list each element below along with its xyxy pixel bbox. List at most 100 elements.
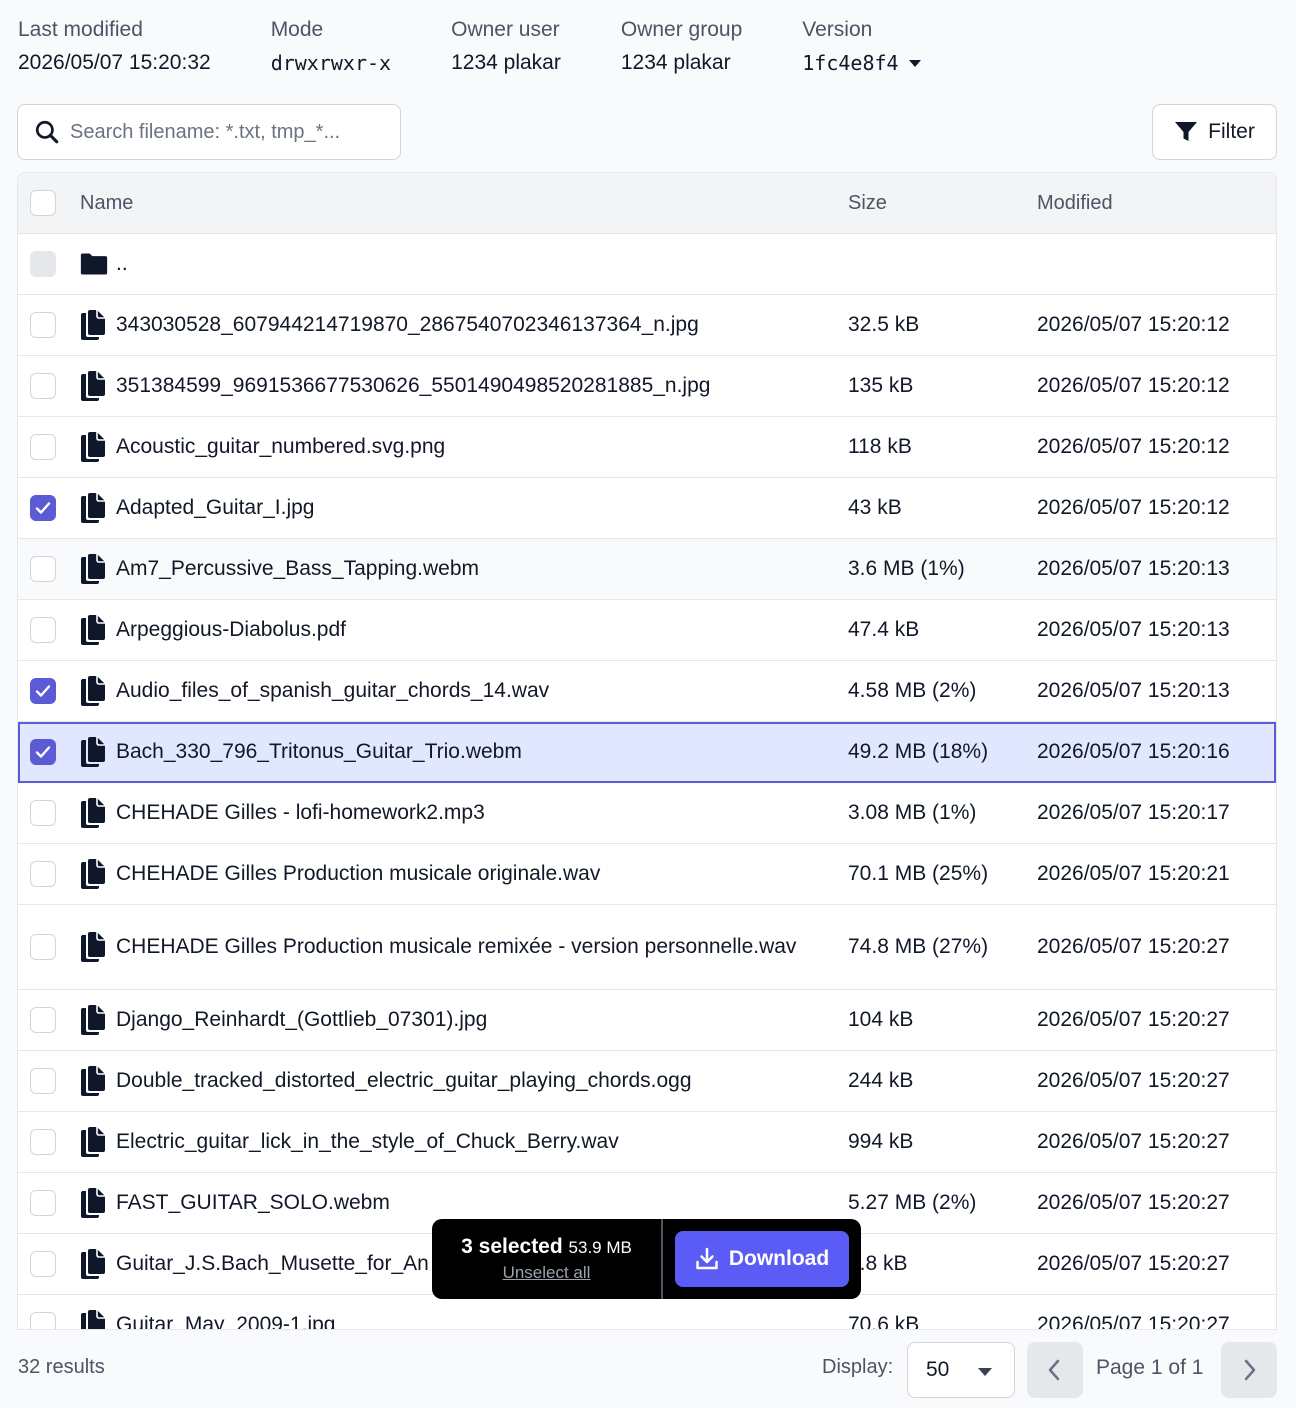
table-row[interactable]: CHEHADE Gilles - lofi-homework2.mp3 3.08 … <box>18 783 1276 844</box>
file-name[interactable]: Am7_Percussive_Bass_Tapping.webm <box>116 554 479 584</box>
file-size: 70.1 MB (25%) <box>848 862 989 885</box>
file-modified: 2026/05/07 15:20:13 <box>1037 618 1230 641</box>
table-row[interactable]: Electric_guitar_lick_in_the_style_of_Chu… <box>18 1112 1276 1173</box>
file-name[interactable]: Audio_files_of_spanish_guitar_chords_14.… <box>116 676 549 706</box>
table-row[interactable]: Double_tracked_distorted_electric_guitar… <box>18 1051 1276 1112</box>
row-check-cell <box>18 617 80 643</box>
version-dropdown[interactable]: 1fc4e8f4 <box>802 46 921 80</box>
header-modified[interactable]: Modified <box>1037 192 1276 215</box>
file-name[interactable]: Arpeggious-Diabolus.pdf <box>116 615 346 645</box>
file-modified: 2026/05/07 15:20:12 <box>1037 374 1230 397</box>
file-name[interactable]: Electric_guitar_lick_in_the_style_of_Chu… <box>116 1127 619 1157</box>
table-row[interactable]: Adapted_Guitar_I.jpg 43 kB 2026/05/07 15:2… <box>18 478 1276 539</box>
file-icon <box>80 615 108 645</box>
file-size: 3.08 MB (1%) <box>848 801 977 824</box>
row-checkbox[interactable] <box>30 1251 56 1277</box>
name-cell: CHEHADE Gilles Production musicale remix… <box>80 932 848 962</box>
row-checkbox[interactable] <box>30 373 56 399</box>
header-name[interactable]: Name <box>80 192 848 215</box>
file-icon <box>80 554 108 584</box>
row-checkbox[interactable] <box>30 1068 56 1094</box>
divider <box>661 1219 663 1299</box>
selection-count-text: 3 selected <box>461 1235 563 1258</box>
file-table: Name Size Modified .. 343030528_60794421… <box>17 172 1277 1330</box>
meta-value: 2026/05/07 15:20:32 <box>18 51 211 74</box>
file-modified: 2026/05/07 15:20:27 <box>1037 1130 1230 1153</box>
unselect-all-link[interactable]: Unselect all <box>503 1263 591 1283</box>
row-checkbox[interactable] <box>30 1312 56 1329</box>
file-name[interactable]: CHEHADE Gilles Production musicale remix… <box>116 932 796 962</box>
file-name[interactable]: CHEHADE Gilles Production musicale origi… <box>116 859 600 889</box>
file-name[interactable]: 351384599_9691536677530626_5501490498520… <box>116 371 710 401</box>
file-icon <box>80 1066 108 1096</box>
row-checkbox[interactable] <box>30 556 56 582</box>
row-checkbox[interactable] <box>30 495 56 521</box>
file-name[interactable]: Acoustic_guitar_numbered.svg.png <box>116 432 445 462</box>
table-row[interactable]: Am7_Percussive_Bass_Tapping.webm 3.6 MB (… <box>18 539 1276 600</box>
name-cell: Django_Reinhardt_(Gottlieb_07301).jpg <box>80 1005 848 1035</box>
row-checkbox[interactable] <box>30 1129 56 1155</box>
table-row[interactable]: 351384599_9691536677530626_5501490498520… <box>18 356 1276 417</box>
selection-info: 3 selected 53.9 MB Unselect all <box>432 1235 661 1283</box>
table-row[interactable]: Arpeggious-Diabolus.pdf 47.4 kB 2026/05/07… <box>18 600 1276 661</box>
name-cell: Arpeggious-Diabolus.pdf <box>80 615 848 645</box>
name-cell: Bach_330_796_Tritonus_Guitar_Trio.webm <box>80 737 848 767</box>
parent-checkbox <box>30 251 56 277</box>
row-check-cell <box>18 1190 80 1216</box>
meta-version: Version 1fc4e8f4 <box>802 16 921 80</box>
next-page-button[interactable] <box>1221 1342 1277 1398</box>
prev-page-button[interactable] <box>1027 1342 1083 1398</box>
filter-button[interactable]: Filter <box>1152 104 1277 160</box>
table-row[interactable]: Django_Reinhardt_(Gottlieb_07301).jpg 104… <box>18 990 1276 1051</box>
table-row[interactable]: 343030528_607944214719870_28675407023461… <box>18 295 1276 356</box>
row-checkbox[interactable] <box>30 1007 56 1033</box>
row-check-cell <box>18 1129 80 1155</box>
file-icon <box>80 1005 108 1035</box>
row-checkbox[interactable] <box>30 312 56 338</box>
file-icon <box>80 493 108 523</box>
selection-count: 3 selected 53.9 MB <box>461 1235 632 1259</box>
file-name[interactable]: CHEHADE Gilles - lofi-homework2.mp3 <box>116 798 485 828</box>
table-row[interactable]: CHEHADE Gilles Production musicale remix… <box>18 905 1276 990</box>
download-button[interactable]: Download <box>675 1231 849 1287</box>
file-icon <box>80 676 108 706</box>
row-check-cell <box>18 1251 80 1277</box>
file-size: 70.6 kB <box>848 1313 920 1330</box>
row-checkbox[interactable] <box>30 678 56 704</box>
name-cell: Double_tracked_distorted_electric_guitar… <box>80 1066 848 1096</box>
file-name[interactable]: Guitar_J.S.Bach_Musette_for_An <box>116 1249 429 1279</box>
table-row[interactable]: Bach_330_796_Tritonus_Guitar_Trio.webm 49… <box>18 722 1276 783</box>
table-row[interactable]: Guitar_May_2009-1.jpg 70.6 kB 2026/05/07 1… <box>18 1295 1276 1330</box>
table-row[interactable]: Audio_files_of_spanish_guitar_chords_14.… <box>18 661 1276 722</box>
file-modified: 2026/05/07 15:20:27 <box>1037 1008 1230 1031</box>
file-name[interactable]: Guitar_May_2009-1.jpg <box>116 1310 335 1329</box>
file-modified: 2026/05/07 15:20:21 <box>1037 862 1230 885</box>
table-row[interactable]: CHEHADE Gilles Production musicale origi… <box>18 844 1276 905</box>
row-checkbox[interactable] <box>30 861 56 887</box>
select-all-checkbox[interactable] <box>30 190 56 216</box>
search-input[interactable] <box>70 120 390 144</box>
parent-directory-row[interactable]: .. <box>18 234 1276 295</box>
file-name[interactable]: 343030528_607944214719870_28675407023461… <box>116 310 699 340</box>
directory-meta: Last modified 2026/05/07 15:20:32 Mode d… <box>18 16 921 80</box>
file-name[interactable]: FAST_GUITAR_SOLO.webm <box>116 1188 390 1218</box>
file-size: 118 kB <box>848 435 912 458</box>
file-name[interactable]: Django_Reinhardt_(Gottlieb_07301).jpg <box>116 1005 487 1035</box>
meta-owner-user: Owner user 1234 plakar <box>451 16 561 80</box>
row-checkbox[interactable] <box>30 1190 56 1216</box>
file-name[interactable]: Adapted_Guitar_I.jpg <box>116 493 314 523</box>
header-size[interactable]: Size <box>848 192 1037 215</box>
row-checkbox[interactable] <box>30 739 56 765</box>
file-icon <box>80 1188 108 1218</box>
row-checkbox[interactable] <box>30 617 56 643</box>
row-checkbox[interactable] <box>30 934 56 960</box>
page-size-select[interactable]: 50 <box>907 1342 1015 1398</box>
row-checkbox[interactable] <box>30 434 56 460</box>
table-row[interactable]: Acoustic_guitar_numbered.svg.png 118 kB 20… <box>18 417 1276 478</box>
row-checkbox[interactable] <box>30 800 56 826</box>
file-size: 43 kB <box>848 496 902 519</box>
row-check-cell <box>18 1007 80 1033</box>
file-name[interactable]: Double_tracked_distorted_electric_guitar… <box>116 1066 692 1096</box>
file-name[interactable]: Bach_330_796_Tritonus_Guitar_Trio.webm <box>116 737 522 767</box>
selection-bar: 3 selected 53.9 MB Unselect all Download <box>432 1219 861 1299</box>
